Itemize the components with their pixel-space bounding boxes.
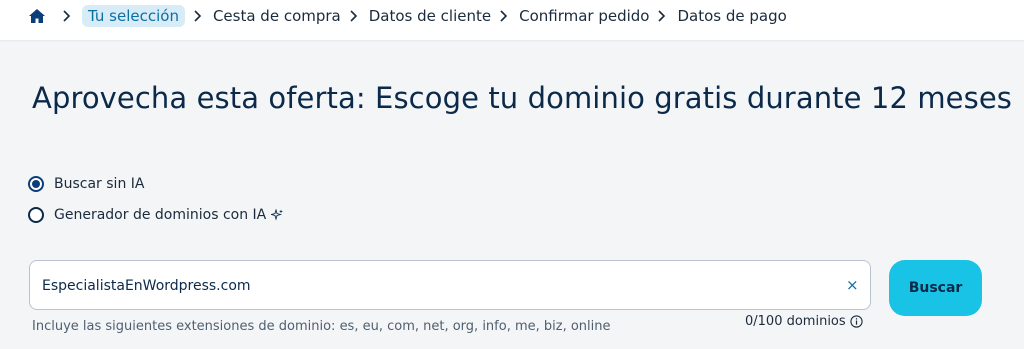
breadcrumb-item-cesta-de-compra: Cesta de compra: [212, 7, 341, 25]
chevron-right-icon: [658, 10, 666, 22]
chevron-right-icon: [194, 10, 202, 22]
close-icon[interactable]: ×: [846, 277, 859, 293]
extensions-helper-text: Incluye las siguientes extensiones de do…: [32, 319, 611, 334]
radio-button-unselected[interactable]: [28, 207, 44, 223]
breadcrumb-item-tu-seleccion[interactable]: Tu selección: [82, 5, 185, 27]
breadcrumb-bar: Tu selección Cesta de compra Datos de cl…: [0, 0, 1024, 40]
domain-counter-text: 0/100 dominios: [745, 314, 846, 329]
radio-option-generador-ia[interactable]: Generador de dominios con IA: [28, 207, 284, 223]
radio-option-label: Generador de dominios con IA: [54, 207, 267, 223]
radio-option-buscar-sin-ia[interactable]: Buscar sin IA: [28, 176, 144, 192]
breadcrumb-item-datos-de-pago: Datos de pago: [677, 7, 787, 25]
domain-search-box: ×: [29, 260, 871, 310]
radio-option-label: Buscar sin IA: [54, 176, 145, 192]
radio-button-selected[interactable]: [28, 176, 44, 192]
breadcrumb: Tu selección Cesta de compra Datos de cl…: [28, 5, 787, 27]
chevron-right-icon: [63, 10, 71, 22]
chevron-right-icon: [350, 10, 357, 22]
home-icon[interactable]: [28, 8, 46, 24]
info-icon[interactable]: [850, 315, 863, 328]
search-button[interactable]: Buscar: [889, 260, 982, 316]
domain-counter: 0/100 dominios: [745, 314, 863, 329]
breadcrumb-item-confirmar-pedido: Confirmar pedido: [519, 7, 650, 25]
domain-search-input[interactable]: [42, 274, 832, 298]
chevron-right-icon: [500, 10, 508, 22]
sparkle-icon: [271, 209, 284, 221]
breadcrumb-item-datos-de-cliente: Datos de cliente: [368, 7, 492, 25]
page-title: Aprovecha esta oferta: Escoge tu dominio…: [32, 81, 1012, 115]
